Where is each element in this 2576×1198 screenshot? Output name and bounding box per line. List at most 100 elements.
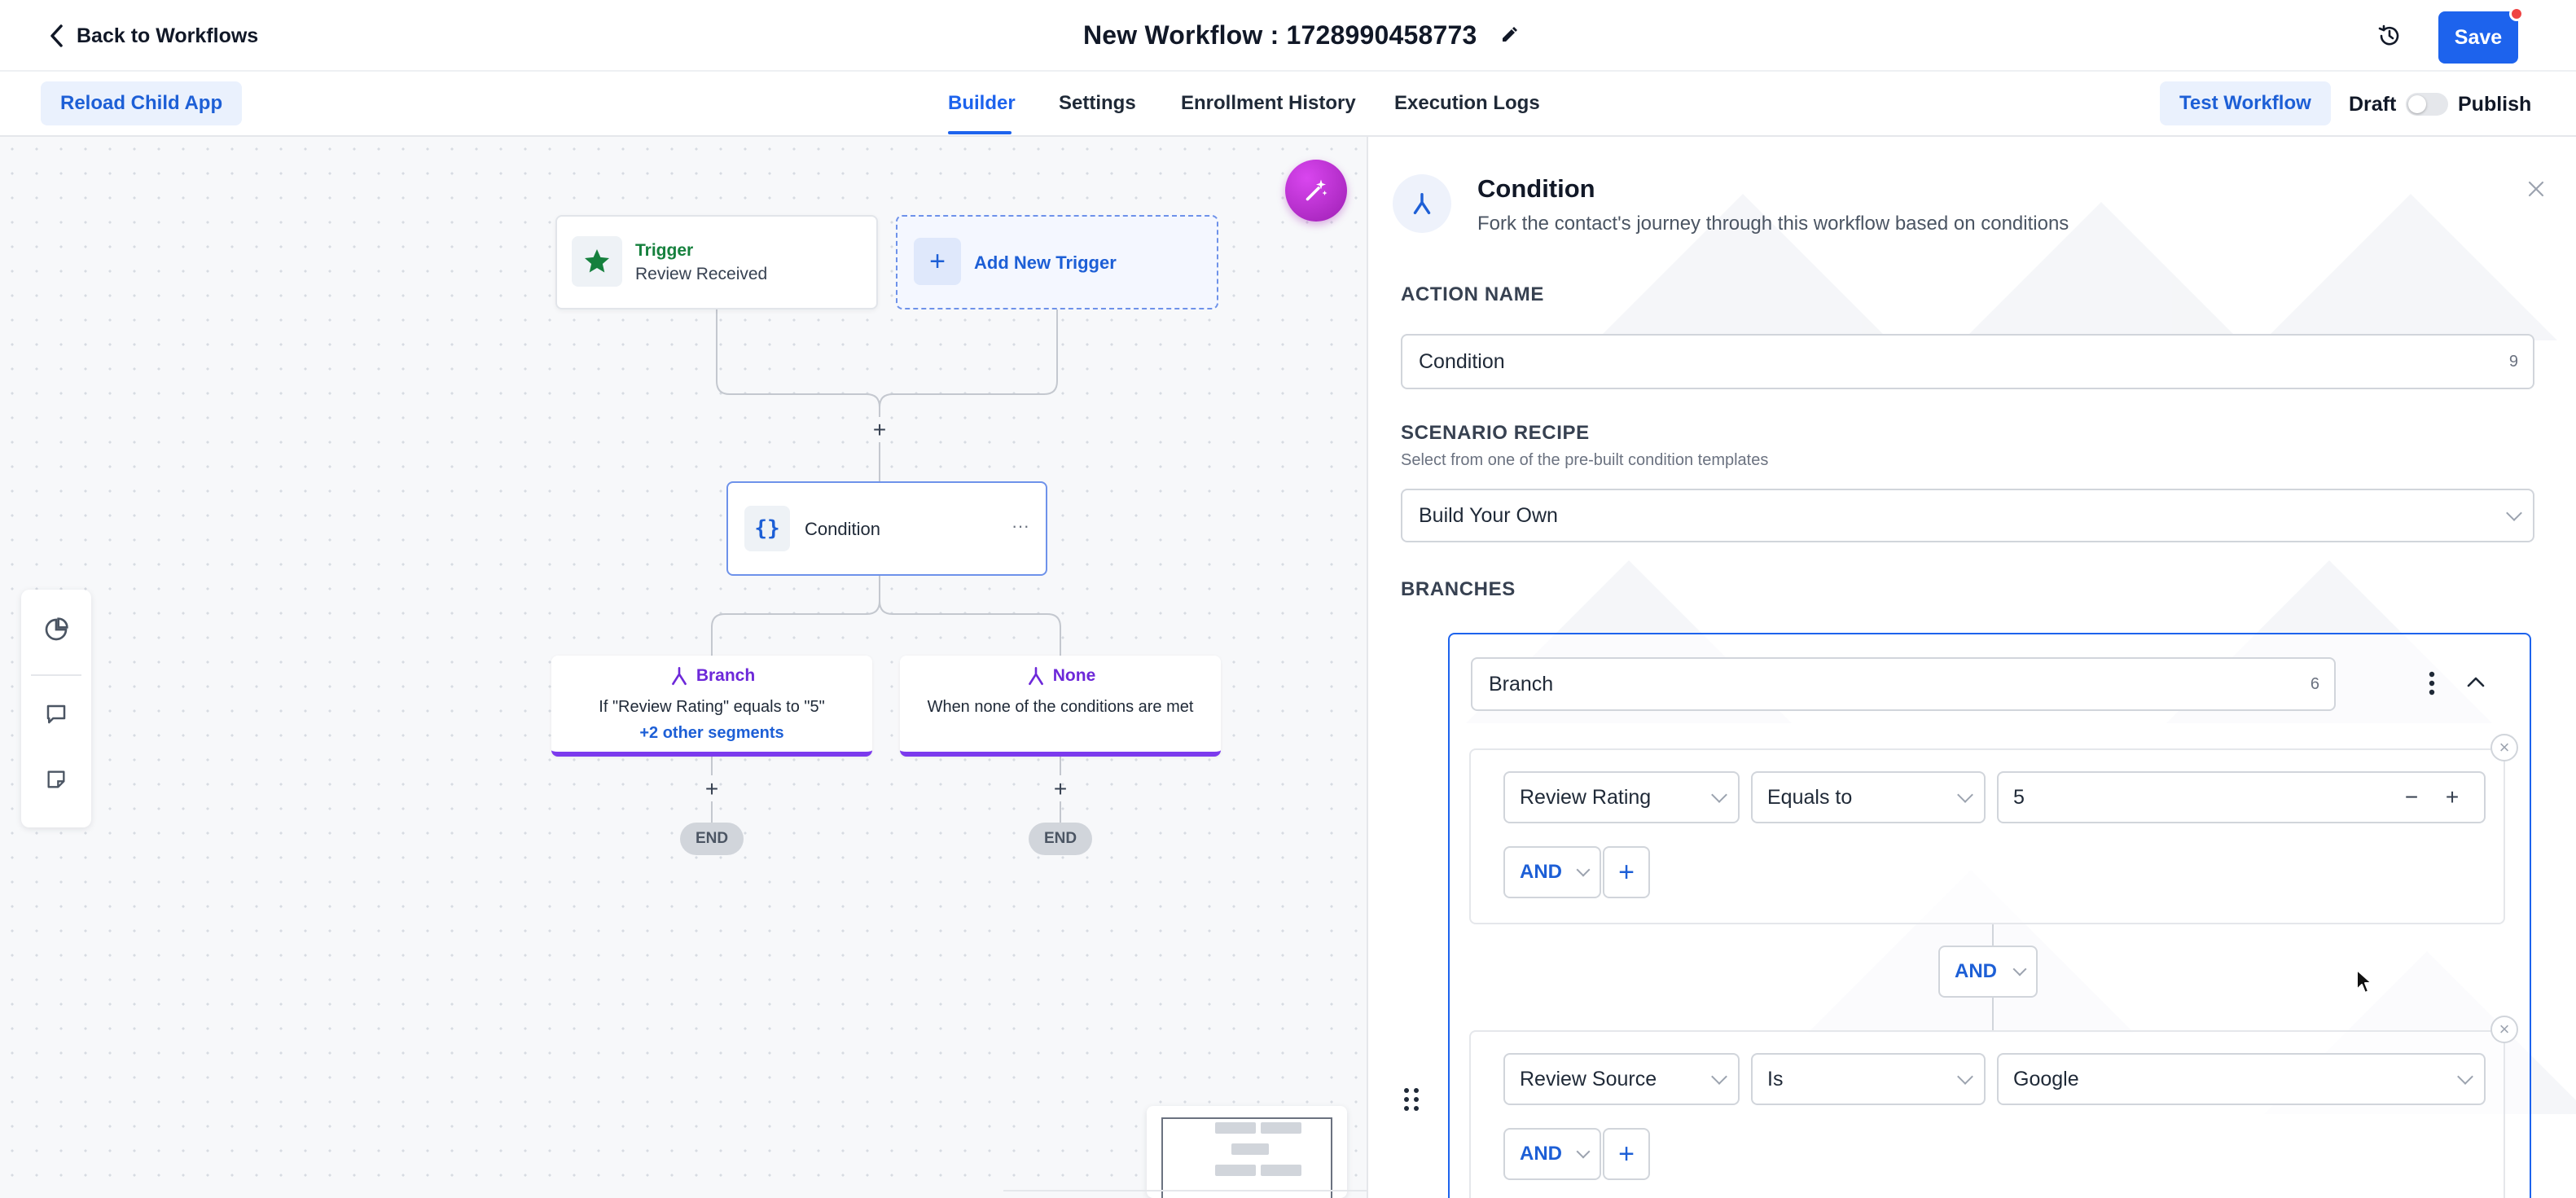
trigger-icon-box: [572, 236, 622, 287]
increment-button[interactable]: +: [2440, 784, 2464, 810]
trigger-kind-label: Trigger: [635, 241, 694, 260]
minimap-node: [1261, 1122, 1301, 1134]
mouse-cursor-icon: [2356, 969, 2372, 994]
action-name-label: ACTION NAME: [1401, 283, 1544, 305]
operator-select-value: Is: [1767, 1067, 1784, 1090]
operator-select-value: Equals to: [1767, 785, 1853, 809]
publish-toggle[interactable]: [2406, 93, 2448, 116]
and-operator-select[interactable]: AND: [1503, 1128, 1601, 1180]
close-icon: [2528, 181, 2544, 197]
add-step-plus-icon[interactable]: +: [1048, 777, 1073, 801]
save-button[interactable]: Save: [2438, 11, 2518, 64]
value-select[interactable]: Google: [1997, 1053, 2486, 1105]
condition-node[interactable]: {} Condition ···: [726, 481, 1047, 576]
publish-label: Publish: [2458, 93, 2532, 116]
add-condition-button[interactable]: +: [1603, 1128, 1650, 1180]
scenario-recipe-help: Select from one of the pre-built conditi…: [1401, 451, 1769, 469]
drag-handle-icon[interactable]: [1399, 1083, 1424, 1116]
other-segments-link[interactable]: +2 other segments: [551, 724, 872, 743]
more-options-icon[interactable]: ···: [1008, 516, 1033, 540]
workflow-canvas[interactable]: Trigger Review Received + Add New Trigge…: [0, 137, 1367, 1198]
branch-name-input[interactable]: Branch 6: [1471, 657, 2336, 711]
field-select-value: Review Source: [1520, 1067, 1657, 1090]
unsaved-indicator-dot: [2509, 7, 2524, 21]
remove-segment-icon[interactable]: ×: [2490, 734, 2518, 761]
tab-enrollment-history[interactable]: Enrollment History: [1181, 83, 1356, 124]
end-marker: END: [680, 823, 744, 855]
ai-assistant-button[interactable]: [1285, 160, 1347, 222]
sticky-note-button[interactable]: [39, 762, 73, 796]
add-new-trigger-node[interactable]: + Add New Trigger: [896, 215, 1218, 309]
branch-description: If "Review Rating" equals to "5": [599, 698, 825, 716]
kebab-menu-icon[interactable]: [2427, 670, 2437, 696]
and-operator-select[interactable]: AND: [1503, 846, 1601, 898]
branch-title-text: Branch: [696, 666, 756, 685]
condition-segment: Review Rating Equals to 5 − + AND +: [1469, 748, 2505, 924]
none-branch-node[interactable]: None When none of the conditions are met: [900, 656, 1221, 757]
decrement-button[interactable]: −: [2399, 784, 2424, 810]
add-trigger-label: Add New Trigger: [974, 252, 1117, 273]
branch-fork-icon: [671, 666, 687, 686]
branch-fork-icon: [1028, 666, 1043, 686]
top-header: Back to Workflows New Workflow : 1728990…: [0, 0, 2576, 72]
canvas-minimap[interactable]: [1147, 1106, 1347, 1198]
segment-connector: [1992, 998, 1994, 1030]
segment-join-select[interactable]: AND: [1938, 946, 2038, 998]
action-name-input[interactable]: Condition 9: [1401, 334, 2534, 389]
condition-settings-panel: Condition Fork the contact's journey thr…: [1367, 137, 2576, 1198]
curly-braces-icon: {}: [744, 506, 790, 551]
add-condition-button[interactable]: +: [1603, 846, 1650, 898]
canvas-side-toolbar: [21, 590, 91, 827]
branches-label: BRANCHES: [1401, 578, 1516, 600]
tab-builder[interactable]: Builder: [948, 83, 1016, 124]
condition-node-label: Condition: [805, 519, 880, 539]
add-step-plus-icon[interactable]: +: [867, 418, 892, 442]
segment-connector: [1992, 924, 1994, 946]
end-marker: END: [1029, 823, 1092, 855]
reload-child-app-button[interactable]: Reload Child App: [41, 81, 243, 125]
analytics-button[interactable]: [39, 612, 73, 647]
edit-pencil-icon[interactable]: [1500, 26, 1518, 44]
scenario-recipe-label: SCENARIO RECIPE: [1401, 422, 1590, 444]
condition-segment: Review Source Is Google AND +: [1469, 1030, 2505, 1198]
tab-settings[interactable]: Settings: [1059, 83, 1136, 124]
test-workflow-button[interactable]: Test Workflow: [2160, 81, 2331, 125]
and-label: AND: [1520, 1143, 1562, 1165]
field-select[interactable]: Review Source: [1503, 1053, 1740, 1105]
none-title-text: None: [1052, 666, 1096, 685]
close-panel-button[interactable]: [2520, 173, 2552, 205]
chevron-up-icon[interactable]: [2466, 675, 2486, 688]
operator-select[interactable]: Equals to: [1751, 771, 1986, 823]
chevron-down-icon: [2012, 962, 2027, 976]
active-tab-indicator: [948, 131, 1012, 134]
toolbar-divider: [31, 674, 81, 676]
magic-wand-icon: [1306, 179, 1327, 201]
chevron-down-icon: [1711, 1069, 1727, 1085]
back-label: Back to Workflows: [77, 24, 259, 47]
branch-node[interactable]: Branch If "Review Rating" equals to "5" …: [551, 656, 872, 757]
field-select[interactable]: Review Rating: [1503, 771, 1740, 823]
add-step-plus-icon[interactable]: +: [700, 777, 724, 801]
remove-segment-icon[interactable]: ×: [2490, 1016, 2518, 1043]
chevron-left-icon: [50, 24, 63, 47]
action-name-value: Condition: [1419, 349, 1505, 373]
branch-node-title: Branch: [551, 665, 872, 687]
panel-title: Condition: [1477, 174, 1595, 203]
comments-button[interactable]: [39, 697, 73, 731]
none-branch-description: When none of the conditions are met: [927, 698, 1194, 716]
chevron-down-icon: [1576, 1144, 1591, 1159]
version-history-button[interactable]: [2372, 18, 2407, 54]
history-clock-icon: [2378, 24, 2399, 46]
tab-execution-logs[interactable]: Execution Logs: [1394, 83, 1540, 124]
branch-name-value: Branch: [1489, 672, 1554, 696]
chevron-down-icon: [1576, 862, 1591, 877]
back-to-workflows-link[interactable]: Back to Workflows: [49, 18, 258, 54]
pie-chart-icon: [45, 617, 68, 641]
minimap-node: [1215, 1165, 1256, 1176]
operator-select[interactable]: Is: [1751, 1053, 1986, 1105]
value-number-input[interactable]: 5 − +: [1997, 771, 2486, 823]
scenario-recipe-select[interactable]: Build Your Own: [1401, 489, 2534, 542]
segment-join-label: AND: [1955, 960, 1997, 982]
trigger-node[interactable]: Trigger Review Received: [555, 215, 878, 309]
workflow-subbar: Reload Child App Builder Settings Enroll…: [0, 72, 2576, 137]
